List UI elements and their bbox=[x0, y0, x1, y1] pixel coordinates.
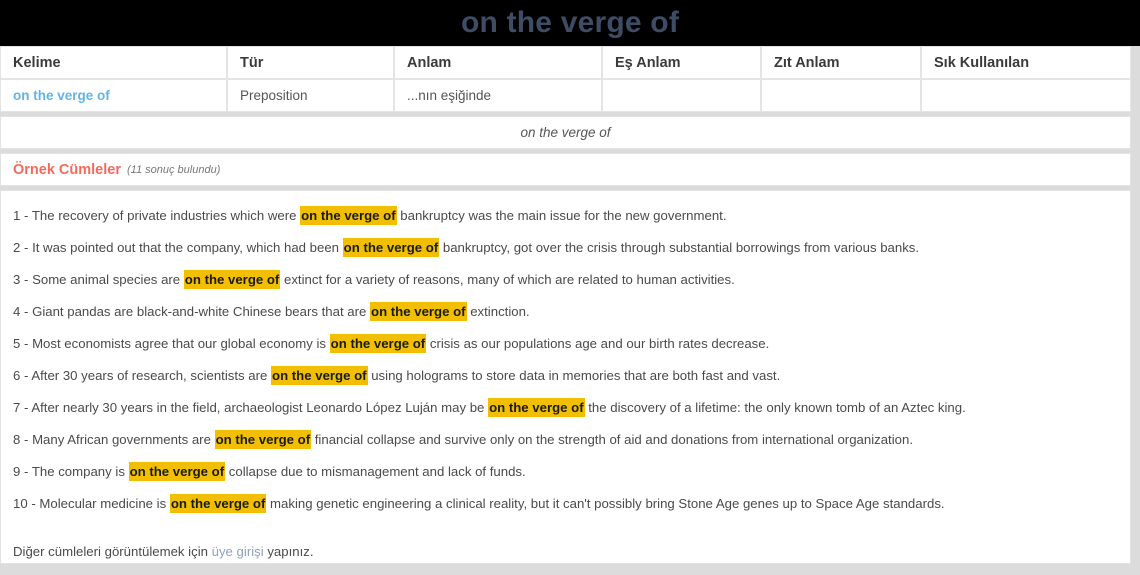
word-table-section: Kelime Tür Anlam Eş Anlam Zıt Anlam Sık … bbox=[0, 46, 1140, 112]
highlighted-term: on the verge of bbox=[128, 462, 226, 481]
sentence-text-before: It was pointed out that the company, whi… bbox=[32, 240, 343, 255]
member-login-link[interactable]: üye girişi bbox=[212, 544, 264, 559]
sentence-number: 4 - bbox=[13, 304, 33, 319]
highlighted-term: on the verge of bbox=[300, 206, 397, 225]
highlighted-term: on the verge of bbox=[329, 334, 427, 353]
footnote-text-before: Diğer cümleleri görüntülemek için bbox=[13, 544, 212, 559]
sentence-text-before: Giant pandas are black-and-white Chinese… bbox=[32, 304, 371, 319]
column-header-tur: Tür bbox=[227, 46, 394, 79]
highlighted-term: on the verge of bbox=[271, 366, 368, 385]
highlighted-term: on the verge of bbox=[214, 430, 312, 449]
sentence-number: 7 - bbox=[13, 400, 32, 415]
example-sentence: 2 - It was pointed out that the company,… bbox=[13, 232, 1118, 264]
cell-kelime: on the verge of bbox=[0, 79, 227, 112]
sentence-number: 3 - bbox=[13, 272, 33, 287]
example-sentence: 5 - Most economists agree that our globa… bbox=[13, 328, 1118, 360]
examples-header: Örnek Cümleler (11 sonuç bulundu) bbox=[0, 153, 1131, 186]
highlighted-term: on the verge of bbox=[183, 270, 281, 289]
example-sentence: 9 - The company is on the verge of colla… bbox=[13, 456, 1118, 488]
example-sentence: 3 - Some animal species are on the verge… bbox=[13, 264, 1118, 296]
table-row: on the verge of Preposition ...nın eşiği… bbox=[0, 79, 1131, 112]
sentence-text-before: After 30 years of research, scientists a… bbox=[31, 368, 272, 383]
sentence-text-before: The recovery of private industries which… bbox=[31, 208, 301, 223]
sentence-text-before: Many African governments are bbox=[32, 432, 215, 447]
example-sentence: 7 - After nearly 30 years in the field, … bbox=[13, 392, 1118, 424]
examples-title: Örnek Cümleler bbox=[13, 161, 121, 178]
example-sentence: 8 - Many African governments are on the … bbox=[13, 424, 1118, 456]
sentence-number: 10 - bbox=[13, 496, 40, 511]
sentence-number: 1 - bbox=[13, 208, 32, 223]
sentence-text-after: making genetic engineering a clinical re… bbox=[266, 496, 945, 511]
sentence-number: 9 - bbox=[13, 464, 32, 479]
cell-es-anlam bbox=[602, 79, 761, 112]
sentence-number: 8 - bbox=[13, 432, 33, 447]
sentence-text-after: financial collapse and survive only on t… bbox=[311, 432, 913, 447]
word-link[interactable]: on the verge of bbox=[13, 88, 110, 103]
sentence-text-before: Most economists agree that our global ec… bbox=[32, 336, 330, 351]
sentence-text-after: extinct for a variety of reasons, many o… bbox=[280, 272, 735, 287]
example-sentence: 4 - Giant pandas are black-and-white Chi… bbox=[13, 296, 1118, 328]
highlighted-term: on the verge of bbox=[169, 494, 267, 513]
sentence-text-after: extinction. bbox=[466, 304, 530, 319]
phrase-strip: on the verge of bbox=[0, 116, 1131, 149]
examples-list: 1 - The recovery of private industries w… bbox=[0, 190, 1131, 564]
sentence-text-before: The company is bbox=[31, 464, 129, 479]
sentence-text-after: using holograms to store data in memorie… bbox=[367, 368, 781, 383]
column-header-zit-anlam: Zıt Anlam bbox=[761, 46, 921, 79]
sentence-number: 5 - bbox=[13, 336, 33, 351]
sentence-text-after: collapse due to mismanagement and lack o… bbox=[225, 464, 526, 479]
page-header-bar: on the verge of bbox=[0, 0, 1140, 46]
cell-sik-kullanilan bbox=[921, 79, 1131, 112]
sentence-text-after: bankruptcy, got over the crisis through … bbox=[439, 240, 920, 255]
highlighted-term: on the verge of bbox=[488, 398, 585, 417]
word-table: Kelime Tür Anlam Eş Anlam Zıt Anlam Sık … bbox=[0, 46, 1131, 112]
column-header-sik-kullanilan: Sık Kullanılan bbox=[921, 46, 1131, 79]
cell-zit-anlam bbox=[761, 79, 921, 112]
examples-result-count: (11 sonuç bulundu) bbox=[127, 163, 221, 176]
sentence-text-after: bankruptcy was the main issue for the ne… bbox=[396, 208, 727, 223]
sentence-number: 6 - bbox=[13, 368, 32, 383]
page-title: on the verge of bbox=[460, 6, 680, 39]
login-footnote: Diğer cümleleri görüntülemek için üye gi… bbox=[13, 536, 1118, 568]
footnote-text-after: yapınız. bbox=[263, 544, 314, 559]
sentence-text-before: Some animal species are bbox=[32, 272, 184, 287]
highlighted-term: on the verge of bbox=[370, 302, 467, 321]
sentence-text-after: the discovery of a lifetime: the only kn… bbox=[584, 400, 966, 415]
sentence-host: 1 - The recovery of private industries w… bbox=[13, 200, 1118, 520]
example-sentence: 6 - After 30 years of research, scientis… bbox=[13, 360, 1118, 392]
example-sentence: 1 - The recovery of private industries w… bbox=[13, 200, 1118, 232]
cell-anlam: ...nın eşiğinde bbox=[394, 79, 602, 112]
sentence-text-before: Molecular medicine is bbox=[39, 496, 170, 511]
sentence-text-after: crisis as our populations age and our bi… bbox=[426, 336, 770, 351]
sentence-text-before: After nearly 30 years in the field, arch… bbox=[31, 400, 489, 415]
table-header-row: Kelime Tür Anlam Eş Anlam Zıt Anlam Sık … bbox=[0, 46, 1131, 79]
highlighted-term: on the verge of bbox=[342, 238, 440, 257]
phrase-strip-text: on the verge of bbox=[520, 125, 611, 140]
column-header-anlam: Anlam bbox=[394, 46, 602, 79]
column-header-es-anlam: Eş Anlam bbox=[602, 46, 761, 79]
sentence-number: 2 - bbox=[13, 240, 33, 255]
column-header-kelime: Kelime bbox=[0, 46, 227, 79]
cell-tur: Preposition bbox=[227, 79, 394, 112]
example-sentence: 10 - Molecular medicine is on the verge … bbox=[13, 488, 1118, 520]
